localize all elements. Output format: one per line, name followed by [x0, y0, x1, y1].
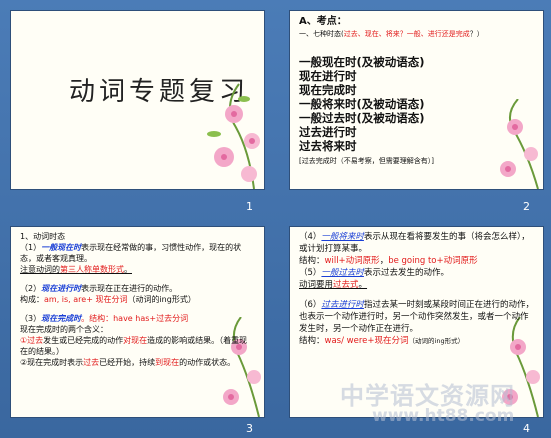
- slide-number: 4: [523, 422, 530, 435]
- slide-heading: A、考点：: [299, 16, 347, 27]
- slide-body: （4）一般将来时表示从现在看将要发生的事（将会怎么样），或计划打算某事。 结构：…: [299, 232, 534, 346]
- slide-number: 2: [523, 200, 530, 213]
- watermark-url: www.ht88.com: [372, 406, 515, 426]
- slide-number: 3: [246, 422, 253, 435]
- slide-number: 1: [246, 200, 253, 213]
- intro-text: 一、七种时态(过去、现在、将来？一般、进行还是完成？）: [299, 30, 484, 38]
- list-item: 现在完成时: [299, 83, 357, 97]
- list-item: 过去进行时: [299, 125, 357, 139]
- flower-decoration-icon: [500, 99, 539, 189]
- note-text: [过去完成时（不易考察，但需要理解含有）]: [299, 157, 434, 165]
- flower-decoration-icon: [207, 83, 260, 189]
- slide-thumbnail-1[interactable]: 动词专题复习: [11, 11, 264, 189]
- list-item: 一般将来时(及被动语态): [299, 97, 425, 111]
- list-item: 一般现在时(及被动语态): [299, 55, 425, 69]
- slide-thumbnail-3[interactable]: 1、动词时态 （1）一般现在时表示现在经常做的事，习惯性动作，现在的状态，或者客…: [11, 227, 264, 417]
- list-item: 一般过去时(及被动语态): [299, 111, 425, 125]
- slide-thumbnail-2[interactable]: A、考点： 一、七种时态(过去、现在、将来？一般、进行还是完成？） 一般现在时(…: [290, 11, 543, 189]
- list-item: 现在进行时: [299, 69, 357, 83]
- tense-list: 一般现在时(及被动语态) 现在进行时 现在完成时 一般将来时(及被动语态) 一般…: [299, 55, 425, 153]
- list-item: 过去将来时: [299, 139, 357, 153]
- slide-body: 1、动词时态 （1）一般现在时表示现在经常做的事，习惯性动作，现在的状态，或者客…: [20, 232, 248, 367]
